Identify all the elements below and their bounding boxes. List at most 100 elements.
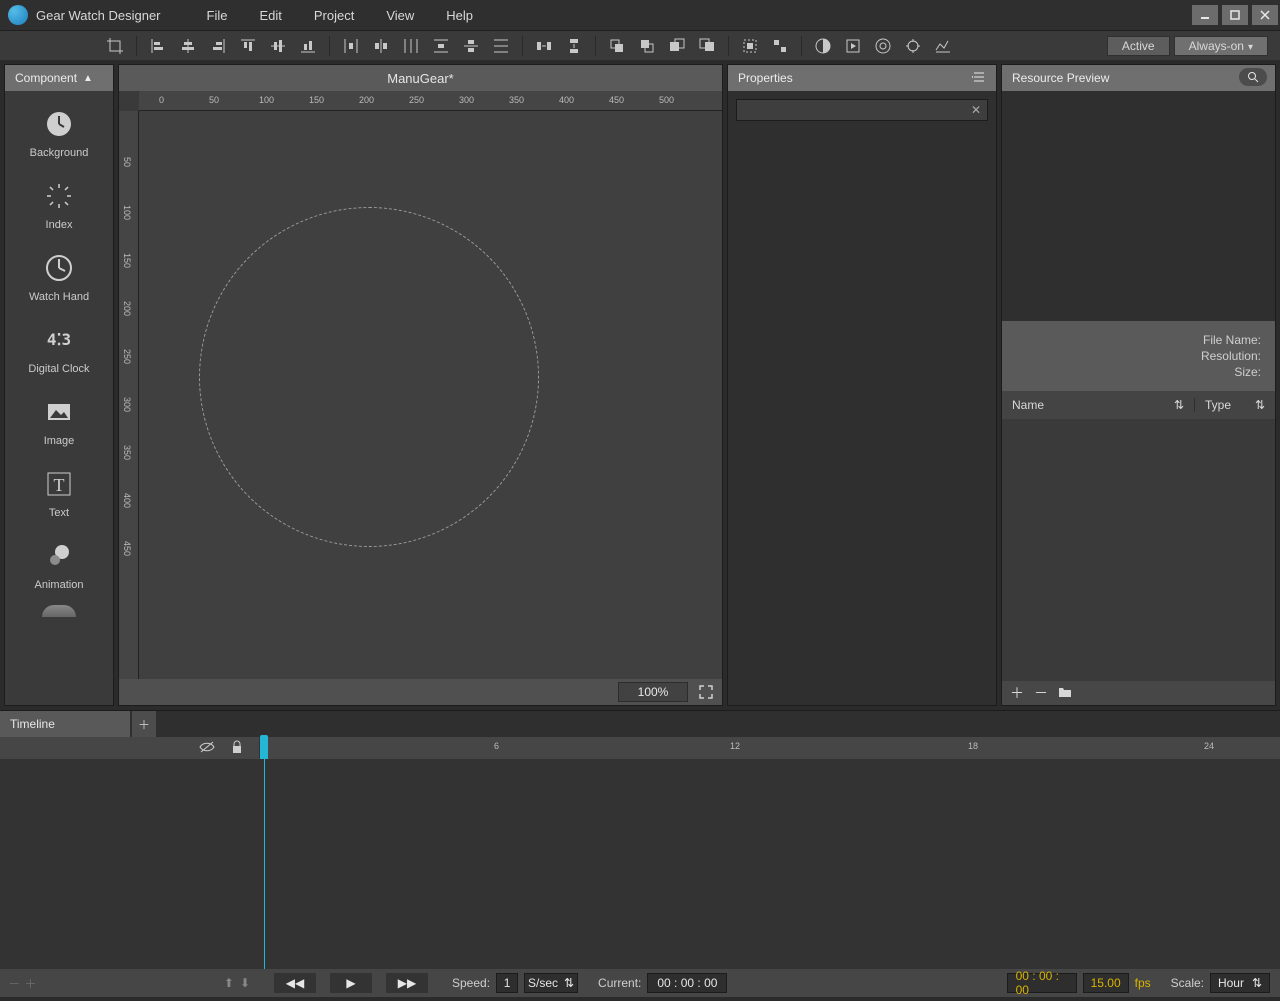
tool-preview-1[interactable] [810, 33, 836, 59]
properties-panel-header: Properties [728, 65, 996, 91]
component-panel-header[interactable]: Component▲ [5, 65, 113, 91]
resource-add-button[interactable]: ＋ [1010, 683, 1024, 703]
menu-project[interactable]: Project [298, 2, 370, 29]
visibility-icon[interactable] [199, 740, 215, 757]
timeline-tracks[interactable] [0, 759, 1280, 969]
tool-group-2[interactable] [767, 33, 793, 59]
playhead-line [264, 759, 265, 969]
tool-dist-6[interactable] [488, 33, 514, 59]
tool-preview-2[interactable] [840, 33, 866, 59]
component-more-icon[interactable] [42, 605, 76, 617]
menu-help[interactable]: Help [430, 2, 489, 29]
document-tab[interactable]: ManuGear* [119, 65, 722, 91]
tool-space-1[interactable] [531, 33, 557, 59]
canvas-area[interactable]: 0 50 100 150 200 250 300 350 400 450 500… [119, 91, 722, 679]
lock-icon[interactable] [231, 740, 243, 757]
collapse-icon: ▲ [83, 73, 93, 84]
resource-column-name[interactable]: Name⇅ [1002, 398, 1195, 412]
tool-layer-4[interactable] [694, 33, 720, 59]
resource-preview-header: Resource Preview [1002, 65, 1275, 91]
tool-layer-3[interactable] [664, 33, 690, 59]
playhead-icon[interactable] [260, 735, 268, 761]
resource-preview-area [1002, 91, 1275, 321]
fps-unit: fps [1135, 976, 1151, 990]
speed-unit-select[interactable]: S/sec⇅ [524, 973, 578, 993]
collapse-down-icon[interactable]: ─ [10, 976, 19, 990]
expand-up-icon[interactable]: ＋ [25, 975, 37, 992]
window-maximize-button[interactable] [1222, 5, 1248, 25]
component-image[interactable]: Image [5, 389, 113, 461]
ruler-horizontal: 0 50 100 150 200 250 300 350 400 450 500 [139, 91, 722, 111]
component-index[interactable]: Index [5, 173, 113, 245]
tool-align-5[interactable] [265, 33, 291, 59]
tool-group-1[interactable] [737, 33, 763, 59]
resource-column-type[interactable]: Type⇅ [1195, 398, 1275, 412]
properties-filter-input[interactable]: ✕ [736, 99, 988, 121]
clock-icon [42, 107, 76, 141]
current-time[interactable]: 00 : 00 : 00 [647, 973, 727, 993]
menu-view[interactable]: View [370, 2, 430, 29]
window-close-button[interactable] [1252, 5, 1278, 25]
component-text[interactable]: T Text [5, 461, 113, 533]
resource-folder-button[interactable] [1058, 685, 1072, 701]
svg-text:T: T [54, 475, 65, 495]
tool-dist-2[interactable] [368, 33, 394, 59]
key-down-icon[interactable]: ⬇ [240, 976, 250, 990]
image-icon [42, 395, 76, 429]
tool-crop[interactable] [102, 33, 128, 59]
tool-space-2[interactable] [561, 33, 587, 59]
fit-screen-icon[interactable] [696, 682, 716, 702]
tool-dist-4[interactable] [428, 33, 454, 59]
position-time: 00 : 00 : 00 [1007, 973, 1077, 993]
tool-align-6[interactable] [295, 33, 321, 59]
timeline-panel: Timeline ＋ 6 12 18 24 ─ ＋ ⬆ ⬇ ◀◀ ▶ ▶▶ [0, 710, 1280, 997]
ruler-vertical: 50 100 150 200 250 300 350 400 450 [119, 111, 139, 679]
tool-preview-5[interactable] [930, 33, 956, 59]
timeline-ruler[interactable]: 6 12 18 24 [0, 737, 1280, 759]
timeline-add-tab[interactable]: ＋ [132, 711, 156, 737]
tool-align-3[interactable] [205, 33, 231, 59]
current-label: Current: [598, 976, 641, 990]
svg-text:4⁚3: 4⁚3 [47, 330, 71, 349]
tool-layer-2[interactable] [634, 33, 660, 59]
menu-edit[interactable]: Edit [243, 2, 297, 29]
tool-align-1[interactable] [145, 33, 171, 59]
tool-layer-1[interactable] [604, 33, 630, 59]
resource-list [1002, 419, 1275, 681]
tool-dist-5[interactable] [458, 33, 484, 59]
mode-always-on-button[interactable]: Always-on [1174, 36, 1268, 56]
forward-button[interactable]: ▶▶ [386, 973, 428, 993]
tool-dist-3[interactable] [398, 33, 424, 59]
app-title: Gear Watch Designer [36, 8, 161, 23]
component-watch-hand[interactable]: Watch Hand [5, 245, 113, 317]
component-digital-clock[interactable]: 4⁚3 Digital Clock [5, 317, 113, 389]
clear-icon[interactable]: ✕ [971, 103, 981, 117]
resource-preview-panel: Resource Preview File Name: Resolution: … [1001, 64, 1276, 706]
text-icon: T [42, 467, 76, 501]
watch-face-outline[interactable] [199, 207, 539, 547]
menu-file[interactable]: File [191, 2, 244, 29]
key-up-icon[interactable]: ⬆ [224, 976, 234, 990]
app-logo-icon [8, 5, 28, 25]
animation-icon [42, 539, 76, 573]
component-background[interactable]: Background [5, 101, 113, 173]
speed-label: Speed: [452, 976, 490, 990]
tool-align-2[interactable] [175, 33, 201, 59]
tool-preview-4[interactable] [900, 33, 926, 59]
zoom-level[interactable]: 100% [618, 682, 688, 702]
mode-active-button[interactable]: Active [1107, 36, 1170, 56]
tool-preview-3[interactable] [870, 33, 896, 59]
resource-remove-button[interactable]: － [1034, 683, 1048, 703]
speed-value[interactable]: 1 [496, 973, 518, 993]
panel-menu-icon[interactable] [972, 71, 986, 86]
scale-select[interactable]: Hour⇅ [1210, 973, 1270, 993]
timeline-tab[interactable]: Timeline [0, 711, 130, 737]
play-button[interactable]: ▶ [330, 973, 372, 993]
tool-dist-1[interactable] [338, 33, 364, 59]
search-icon[interactable] [1239, 68, 1267, 86]
component-animation[interactable]: Animation [5, 533, 113, 605]
tool-align-4[interactable] [235, 33, 261, 59]
main-toolbar: Active Always-on [0, 30, 1280, 60]
rewind-button[interactable]: ◀◀ [274, 973, 316, 993]
window-minimize-button[interactable] [1192, 5, 1218, 25]
